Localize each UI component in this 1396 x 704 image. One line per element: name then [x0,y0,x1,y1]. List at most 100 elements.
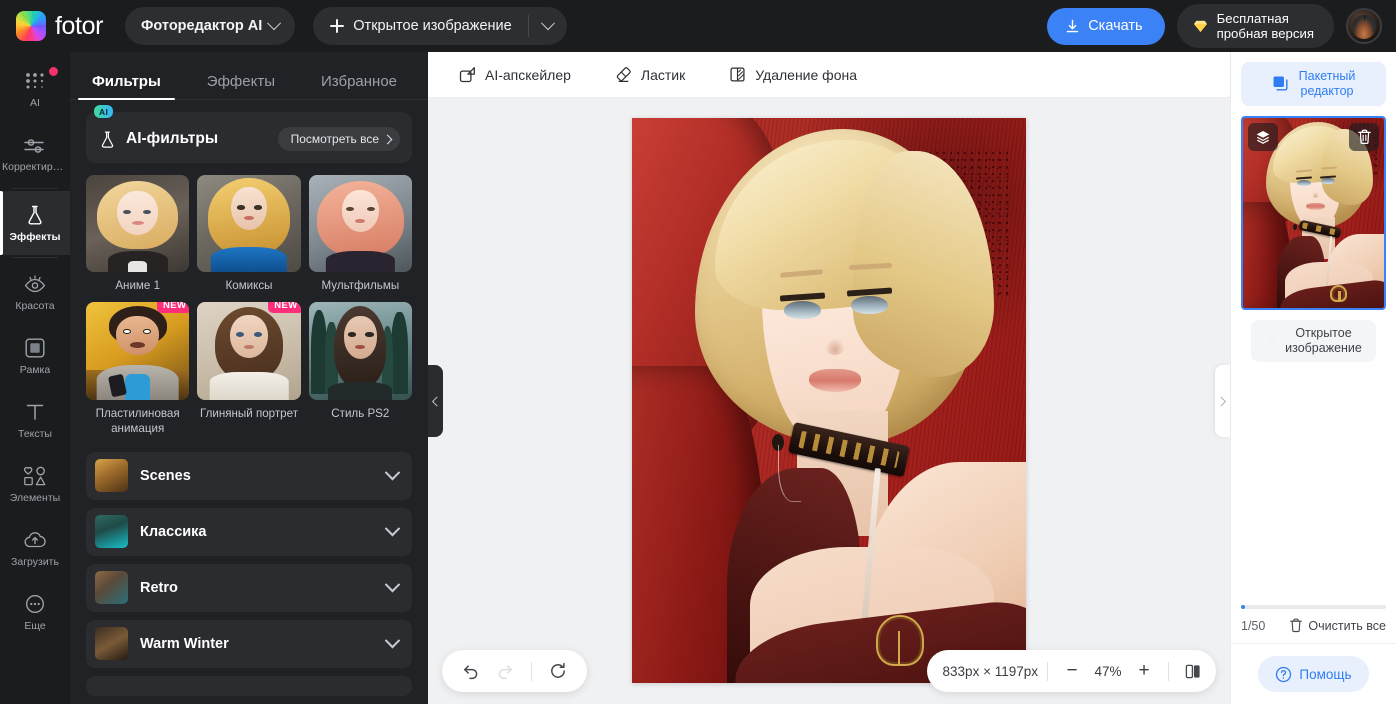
sidebar-item-beauty[interactable]: Красота [0,260,70,324]
filter-item[interactable]: NEW [86,302,189,435]
compare-button[interactable] [1178,656,1208,686]
open-image-button[interactable]: Открытое изображение [313,7,527,45]
portrait-artwork [632,118,1026,683]
fotor-logo-icon [16,11,46,41]
chevron-right-icon [383,134,393,144]
category-row-scenes[interactable]: Scenes [86,452,412,500]
category-label: Warm Winter [140,636,229,652]
trial-line-2: пробная версия [1217,26,1314,41]
category-row-warm-winter[interactable]: Warm Winter [86,620,412,668]
divider [12,188,58,189]
tool-remove-background[interactable]: Удаление фона [722,61,864,88]
sidebar-item-more[interactable]: Еще [0,580,70,644]
undo-button[interactable] [456,656,486,686]
category-row-retro[interactable]: Retro [86,564,412,612]
add-image-button[interactable]: Открытое изображение [1251,320,1376,362]
brand-name: fotor [55,12,103,41]
thumbnail-delete-button[interactable] [1349,123,1379,151]
ai-filters-title-group: AI-фильтры [98,130,218,149]
right-panel: Пакетный редактор [1230,52,1396,704]
sidebar-label: AI [30,97,40,109]
clear-all-button[interactable]: Очистить все [1289,618,1386,633]
editor-mode-dropdown[interactable]: Фоторедактор AI [125,7,295,45]
panel-scroll-area[interactable]: AI AI-фильтры Посмотреть все [70,100,428,704]
image-capacity-fill [1241,605,1245,609]
cloud-upload-icon [23,529,47,551]
image-count-section: 1/50 Очистить все [1231,605,1396,643]
history-button[interactable] [543,656,573,686]
editor-mode-label: Фоторедактор AI [141,18,262,34]
category-row-classic[interactable]: Классика [86,508,412,556]
thumbnail-art [309,302,412,399]
category-label: Классика [140,524,207,540]
chevron-down-icon [385,633,401,649]
app-header: fotor Фоторедактор AI Открытое изображен… [0,0,1396,52]
filter-thumbnail [309,302,412,399]
sidebar-item-frame[interactable]: Рамка [0,324,70,388]
ai-badge: AI [94,105,113,118]
ai-filters-card: AI AI-фильтры Посмотреть все [86,112,412,163]
collapse-left-panel-handle[interactable] [428,365,443,437]
batch-editor-line-1: Пакетный [1299,69,1356,84]
ai-dots-icon [24,72,46,92]
sidebar-label: Еще [24,620,45,632]
ai-filters-title: AI-фильтры [126,130,218,148]
see-all-button[interactable]: Посмотреть все [278,127,400,151]
flask-icon [24,204,46,226]
image-thumbnail-card[interactable] [1241,116,1386,310]
filter-item[interactable]: Стиль PS2 [309,302,412,435]
count-row: 1/50 Очистить все [1241,618,1386,633]
filter-label: Пластилиновая анимация [86,406,189,436]
category-row-partial[interactable] [86,676,412,696]
compare-icon [1185,663,1201,680]
filter-item[interactable]: Мультфильмы [309,175,412,293]
tool-eraser[interactable]: Ластик [608,61,692,88]
sidebar-item-adjust[interactable]: Корректиров... [0,122,70,186]
filter-thumbnail [86,175,189,272]
notification-dot [49,67,58,76]
sidebar-label: Элементы [10,492,60,504]
download-icon [1065,19,1080,34]
image-canvas[interactable] [632,118,1026,683]
sidebar-item-elements[interactable]: Элементы [0,452,70,516]
filter-thumbnail [309,175,412,272]
sidebar-item-ai[interactable]: AI [0,58,70,122]
help-section: Помощь [1231,643,1396,704]
batch-editor-text: Пакетный редактор [1299,69,1356,99]
download-button[interactable]: Скачать [1047,8,1164,45]
zoom-out-button[interactable]: − [1057,656,1087,686]
brand-logo[interactable]: fotor [16,11,103,41]
zoom-in-button[interactable]: + [1129,656,1159,686]
filter-item[interactable]: Комиксы [197,175,300,293]
eraser-icon [615,66,632,83]
upscale-icon [459,66,476,83]
sidebar-item-text[interactable]: Тексты [0,388,70,452]
thumbnail-layers-button[interactable] [1248,123,1278,151]
filter-item[interactable]: Аниме 1 [86,175,189,293]
tab-filters[interactable]: Фильтры [86,73,167,99]
sliders-icon [23,136,47,156]
canvas-stage[interactable]: 833px × 1197px − 47% + [428,98,1230,704]
free-trial-button[interactable]: Бесплатная пробная версия [1177,4,1334,48]
tool-ai-upscaler[interactable]: AI-апскейлер [452,61,578,88]
collapse-right-panel-handle[interactable] [1215,365,1230,437]
canvas-toolbar: AI-апскейлер Ластик [428,52,1230,98]
batch-editor-button[interactable]: Пакетный редактор [1241,62,1386,106]
filter-label: Комиксы [226,278,273,293]
thumbnail-art [86,175,189,272]
batch-editor-line-2: редактор [1299,84,1356,99]
redo-button[interactable] [490,656,520,686]
user-avatar[interactable] [1346,8,1382,44]
clear-all-label: Очистить все [1308,619,1386,633]
help-button[interactable]: Помощь [1258,656,1368,692]
sidebar-item-effects[interactable]: Эффекты [0,191,70,255]
tab-favorites[interactable]: Избранное [315,73,403,99]
tab-effects[interactable]: Эффекты [201,73,281,99]
divider [1047,662,1048,681]
divider [1168,662,1169,681]
eye-sparkle-icon [23,273,47,295]
add-image-line-2: изображение [1285,341,1362,356]
filter-item[interactable]: NEW Глиняный портрет [197,302,300,435]
sidebar-item-upload[interactable]: Загрузить [0,516,70,580]
open-image-caret-button[interactable] [529,7,567,45]
